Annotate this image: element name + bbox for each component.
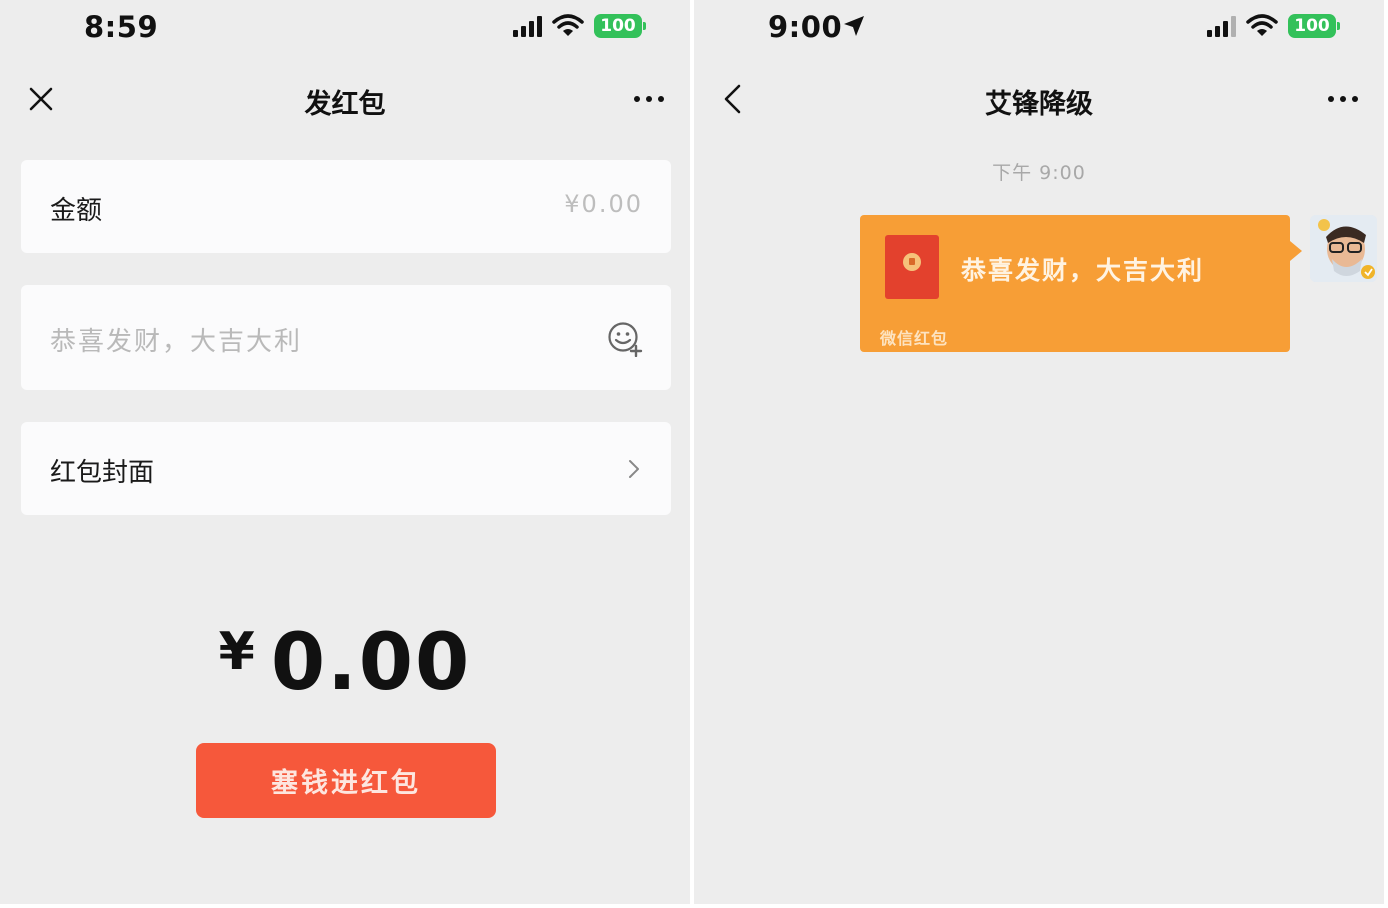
red-packet-icon	[885, 235, 939, 299]
amount-input[interactable]: ¥0.00	[564, 190, 643, 218]
signal-icon	[513, 15, 542, 37]
total-amount-value: 0.00	[270, 618, 472, 708]
amount-row[interactable]: 金额 ¥0.00	[21, 160, 671, 253]
navigation-bar: 艾锋降级	[694, 70, 1384, 126]
red-packet-cover-row[interactable]: 红包封面	[21, 422, 671, 515]
red-packet-footer: 微信红包	[880, 329, 949, 348]
signal-icon	[1207, 15, 1236, 37]
status-bar: 8:59 100	[0, 0, 690, 56]
status-time: 9:00	[768, 10, 843, 44]
navigation-bar: 发红包	[0, 70, 690, 126]
greeting-row[interactable]: 恭喜发财，大吉大利	[21, 285, 671, 390]
chat-title: 艾锋降级	[985, 89, 1093, 120]
status-indicators: 100	[1207, 14, 1340, 38]
red-packet-greeting: 恭喜发财，大吉大利	[961, 256, 1205, 285]
battery-icon: 100	[1288, 14, 1340, 38]
page-title: 发红包	[304, 89, 386, 120]
cover-label: 红包封面	[50, 458, 155, 488]
location-arrow-icon	[844, 16, 864, 36]
battery-icon: 100	[594, 14, 646, 38]
chevron-right-icon	[629, 460, 639, 478]
more-icon[interactable]	[632, 84, 666, 114]
status-bar: 9:00 100	[694, 0, 1384, 56]
wifi-icon	[1246, 14, 1278, 36]
chat-screen: 9:00 100 艾锋降级 下午 9:00 恭喜发财，大吉大利 微信红包	[694, 0, 1384, 904]
chat-timestamp: 下午 9:00	[992, 162, 1086, 184]
status-indicators: 100	[513, 14, 646, 38]
wifi-icon	[552, 14, 584, 36]
greeting-input[interactable]: 恭喜发财，大吉大利	[50, 321, 302, 358]
emoji-add-icon[interactable]	[607, 321, 643, 357]
more-icon[interactable]	[1326, 84, 1360, 114]
status-time: 8:59	[84, 10, 159, 44]
red-packet-message[interactable]: 恭喜发财，大吉大利 微信红包	[860, 215, 1302, 352]
total-amount: ¥0.00	[0, 618, 690, 708]
amount-label: 金额	[50, 196, 103, 226]
send-red-packet-screen: 8:59 100 发红包 金额 ¥0.00 恭喜发财，大吉大利 红包封面 ¥ 0…	[0, 0, 690, 904]
currency-symbol: ¥	[218, 622, 257, 682]
avatar[interactable]	[1310, 215, 1377, 282]
send-money-button[interactable]: 塞钱进红包	[196, 743, 496, 818]
avatar-image	[1310, 215, 1377, 282]
